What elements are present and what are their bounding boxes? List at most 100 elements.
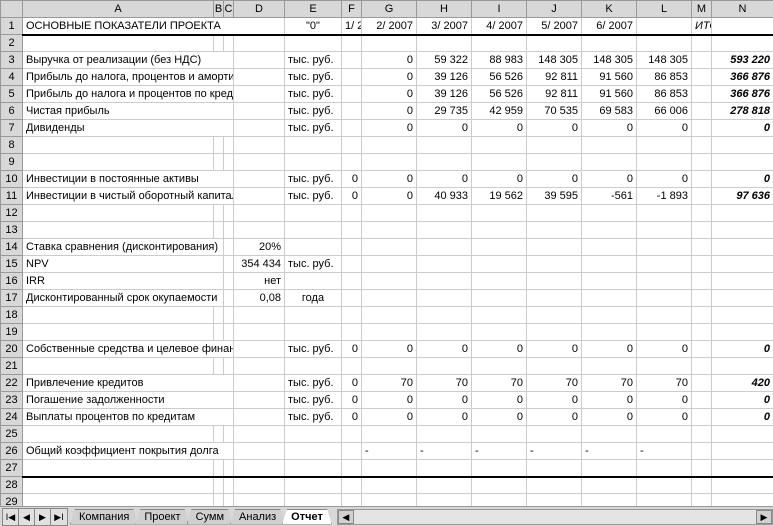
total-header[interactable]: ИТОГО [692, 18, 712, 35]
cell[interactable]: 0 [417, 171, 472, 188]
cell[interactable]: 0 [527, 341, 582, 358]
cell[interactable]: 56 526 [472, 86, 527, 103]
cell[interactable]: Дивиденды [23, 120, 234, 137]
cell[interactable]: Инвестиции в чистый оборотный капитал [23, 188, 234, 205]
cell[interactable]: Инвестиции в постоянные активы [23, 171, 234, 188]
cell[interactable]: 66 006 [637, 103, 692, 120]
cell[interactable]: 0,08 [234, 290, 285, 307]
cell[interactable]: 39 126 [417, 69, 472, 86]
row-11[interactable]: 11Инвестиции в чистый оборотный капитал … [1, 188, 773, 205]
cell[interactable]: 70 [362, 375, 417, 392]
row-29[interactable]: 29 [1, 494, 773, 507]
cell[interactable]: Чистая прибыль [23, 103, 234, 120]
cell[interactable]: - [637, 443, 692, 460]
cell[interactable]: 70 535 [527, 103, 582, 120]
cell[interactable]: Прибыль до налога, процентов и амортизац… [23, 69, 234, 86]
cell[interactable]: 0 [582, 392, 637, 409]
col-header-l[interactable]: L [637, 1, 692, 18]
cell[interactable]: тыс. руб. [285, 188, 342, 205]
cell[interactable]: 39 126 [417, 86, 472, 103]
cell[interactable]: тыс. руб. [285, 120, 342, 137]
cell[interactable]: 69 583 [582, 103, 637, 120]
cell[interactable]: 0 [362, 69, 417, 86]
cell[interactable]: 148 305 [637, 52, 692, 69]
cell[interactable]: 0 [472, 392, 527, 409]
cell[interactable]: 0 [362, 86, 417, 103]
cell[interactable]: 91 560 [582, 86, 637, 103]
cell[interactable]: 59 322 [417, 52, 472, 69]
cell[interactable]: 0 [582, 171, 637, 188]
cell[interactable]: тыс. руб. [285, 52, 342, 69]
col-header-a[interactable]: A [23, 1, 214, 18]
row-24[interactable]: 24Выплаты процентов по кредитам тыс. руб… [1, 409, 773, 426]
row-9[interactable]: 9 [1, 154, 773, 171]
cell[interactable]: 0 [342, 188, 362, 205]
row-26[interactable]: 26Общий коэффициент покрытия долга -- --… [1, 443, 773, 460]
row-10[interactable]: 10Инвестиции в постоянные активы тыс. ру… [1, 171, 773, 188]
cell[interactable]: 56 526 [472, 69, 527, 86]
cell[interactable]: Дисконтированный срок окупаемости [23, 290, 224, 307]
cell[interactable]: Ставка сравнения (дисконтирования) [23, 239, 224, 256]
cell[interactable]: 0 [362, 409, 417, 426]
cell[interactable]: 3/ 2007 [417, 18, 472, 35]
cell[interactable]: 278 818 [712, 103, 773, 120]
cell[interactable]: 88 983 [472, 52, 527, 69]
cell[interactable]: 0 [472, 120, 527, 137]
cell[interactable]: тыс. руб. [285, 171, 342, 188]
cell[interactable]: Собственные средства и целевое финансиро… [23, 341, 234, 358]
row-1[interactable]: 1 ОСНОВНЫЕ ПОКАЗАТЕЛИ ПРОЕКТА "0" 1/ 200… [1, 18, 773, 35]
cell[interactable]: 366 876 [712, 86, 773, 103]
row-23[interactable]: 23Погашение задолженности тыс. руб. 0 00… [1, 392, 773, 409]
cell[interactable]: 42 959 [472, 103, 527, 120]
cell[interactable]: 70 [582, 375, 637, 392]
cell[interactable]: 354 434 [234, 256, 285, 273]
cell[interactable]: - [472, 443, 527, 460]
cell[interactable]: тыс. руб. [285, 392, 342, 409]
cell[interactable]: 0 [527, 171, 582, 188]
cell[interactable]: -1 893 [637, 188, 692, 205]
cell[interactable]: 97 636 [712, 188, 773, 205]
cell[interactable]: 0 [472, 409, 527, 426]
cell[interactable]: 70 [417, 375, 472, 392]
cell[interactable]: 0 [342, 171, 362, 188]
cell[interactable]: 70 [637, 375, 692, 392]
cell[interactable]: 40 933 [417, 188, 472, 205]
cell[interactable]: 0 [637, 120, 692, 137]
sheet-tab-sum[interactable]: Сумм [187, 509, 233, 525]
cell[interactable]: 0 [342, 409, 362, 426]
sheet-tab-company[interactable]: Компания [70, 509, 138, 525]
cell[interactable]: 0 [362, 120, 417, 137]
col-header-k[interactable]: K [582, 1, 637, 18]
cell[interactable]: 4/ 2007 [472, 18, 527, 35]
row-4[interactable]: 4Прибыль до налога, процентов и амортиза… [1, 69, 773, 86]
cell[interactable]: 0 [712, 120, 773, 137]
cell[interactable]: 0 [527, 409, 582, 426]
cell[interactable]: 70 [472, 375, 527, 392]
cell[interactable]: 0 [362, 188, 417, 205]
row-18[interactable]: 18 [1, 307, 773, 324]
row-22[interactable]: 22Привлечение кредитов тыс. руб. 0 7070 … [1, 375, 773, 392]
cell[interactable]: 0 [362, 52, 417, 69]
cell[interactable]: 19 562 [472, 188, 527, 205]
cell[interactable]: 0 [417, 341, 472, 358]
col-header-h[interactable]: H [417, 1, 472, 18]
cell[interactable]: 92 811 [527, 86, 582, 103]
cell[interactable]: 0 [637, 171, 692, 188]
cell[interactable]: 6/ 2007 [582, 18, 637, 35]
cell[interactable]: 0 [637, 341, 692, 358]
cell[interactable]: Выручка от реализации (без НДС) [23, 52, 234, 69]
row-6[interactable]: 6Чистая прибыль тыс. руб. 029 735 42 959… [1, 103, 773, 120]
spreadsheet-grid[interactable]: A B C D E F G H I J K L M N 1 ОСНОВНЫЕ П… [0, 0, 773, 506]
cell[interactable]: 86 853 [637, 86, 692, 103]
sheet-tab-report[interactable]: Отчет [282, 509, 332, 525]
row-15[interactable]: 15NPV 354 434тыс. руб. [1, 256, 773, 273]
cell[interactable]: Прибыль до налога и процентов по кредита… [23, 86, 234, 103]
cell[interactable]: - [362, 443, 417, 460]
row-7[interactable]: 7Дивиденды тыс. руб. 00 00 00 0 [1, 120, 773, 137]
row-21[interactable]: 21 [1, 358, 773, 375]
col-header-e[interactable]: E [285, 1, 342, 18]
cell[interactable]: 0 [712, 341, 773, 358]
col-header-j[interactable]: J [527, 1, 582, 18]
cell[interactable]: 29 735 [417, 103, 472, 120]
cell[interactable]: 70 [527, 375, 582, 392]
